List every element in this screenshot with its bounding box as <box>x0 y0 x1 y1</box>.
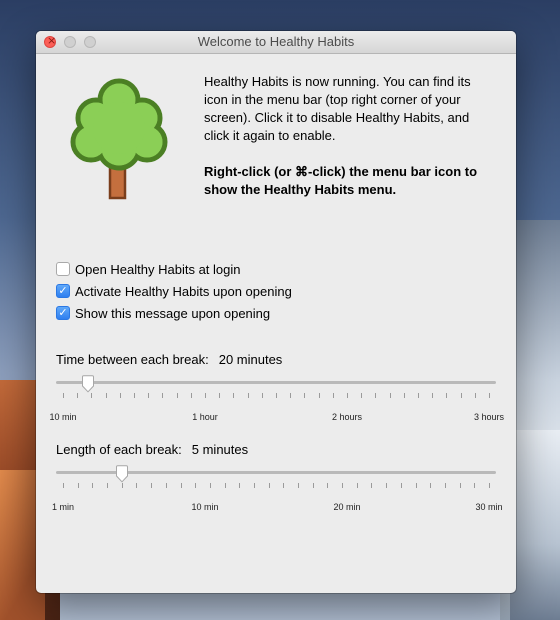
slider-tick <box>342 483 344 488</box>
option-activate-on-open[interactable]: Activate Healthy Habits upon opening <box>56 282 292 300</box>
slider-tick <box>63 483 64 488</box>
slider-tick <box>180 483 182 488</box>
slider-tick-label: 30 min <box>475 502 503 512</box>
intro-hint: Right-click (or ⌘-click) the menu bar ic… <box>204 164 478 197</box>
slider-track <box>56 381 496 384</box>
slider-tick <box>332 393 334 398</box>
slider-tick <box>121 483 123 488</box>
slider-tick <box>148 393 150 398</box>
intro-paragraph: Healthy Habits is now running. You can f… <box>204 74 471 143</box>
slider-tick <box>239 483 241 488</box>
slider-tick <box>162 393 164 398</box>
break-interval-caption: Time between each break: <box>56 352 209 367</box>
slider-tick <box>233 393 235 398</box>
slider-tick <box>190 393 192 398</box>
slider-tick <box>290 393 292 398</box>
slider-tick-label: 10 min <box>49 412 77 422</box>
slider-tick <box>224 483 226 488</box>
slider-tick <box>261 393 263 398</box>
slider-tick <box>371 483 373 488</box>
slider-tick-label: 1 min <box>51 502 75 512</box>
slider-tick <box>312 483 314 488</box>
break-interval-slider[interactable]: 10 min 1 hour 2 hours 3 hours <box>49 375 504 422</box>
slider-tick <box>375 393 377 398</box>
slider-tick <box>489 393 490 398</box>
slider-tick <box>151 483 153 488</box>
slider-tick <box>446 393 448 398</box>
slider-tick <box>219 393 221 398</box>
break-length-label: Length of each break: 5 minutes <box>56 442 248 457</box>
intro-text: Healthy Habits is now running. You can f… <box>204 73 494 217</box>
window-content: Healthy Habits is now running. You can f… <box>36 54 516 593</box>
window-title: Welcome to Healthy Habits <box>197 34 355 49</box>
slider-tick <box>63 393 64 398</box>
slider-tick <box>91 393 93 398</box>
slider-tick <box>444 483 446 488</box>
slider-tick <box>253 483 255 488</box>
slider-tick <box>176 393 178 398</box>
slider-tick <box>415 483 417 488</box>
slider-tick <box>77 393 79 398</box>
option-label: Show this message upon opening <box>75 305 271 321</box>
slider-tick <box>347 393 348 398</box>
break-interval-value: 20 minutes <box>218 352 283 367</box>
slider-tick <box>400 483 402 488</box>
slider-tick <box>474 393 476 398</box>
option-label: Open Healthy Habits at login <box>75 261 241 277</box>
option-open-at-login[interactable]: Open Healthy Habits at login <box>56 260 240 278</box>
break-length-value: 5 minutes <box>191 442 249 457</box>
slider-tick <box>247 393 249 398</box>
welcome-window: Welcome to Healthy Habits <box>36 31 516 593</box>
slider-tick <box>474 483 476 488</box>
break-interval-label: Time between each break: 20 minutes <box>56 352 282 367</box>
slider-tick <box>92 483 94 488</box>
break-length-slider[interactable]: 1 min 10 min 20 min 30 min <box>52 465 503 512</box>
slider-tick <box>134 393 135 398</box>
slider-tick <box>418 393 419 398</box>
slider-tick <box>283 483 285 488</box>
slider-tick <box>136 483 138 488</box>
slider-tick-label: 2 hours <box>331 412 363 422</box>
slider-tick-label: 10 min <box>191 502 219 512</box>
slider-tick <box>298 483 300 488</box>
title-bar[interactable]: Welcome to Healthy Habits <box>36 31 516 54</box>
slider-thumb[interactable] <box>81 375 95 393</box>
slider-tick <box>107 483 109 488</box>
slider-tick <box>386 483 388 488</box>
slider-tick <box>389 393 391 398</box>
slider-tick <box>165 483 167 488</box>
tree-icon <box>70 78 168 200</box>
slider-tick <box>276 393 277 398</box>
checkbox-activate-on-open[interactable] <box>56 284 70 298</box>
wallpaper-mountain-lower <box>510 430 560 620</box>
slider-tick <box>432 393 434 398</box>
slider-tick <box>430 483 432 488</box>
slider-tick <box>489 483 490 488</box>
slider-tick <box>459 483 461 488</box>
break-length-caption: Length of each break: <box>56 442 182 457</box>
slider-tick <box>403 393 405 398</box>
slider-tick-label: 20 min <box>333 502 361 512</box>
checkbox-show-message[interactable] <box>56 306 70 320</box>
option-show-message[interactable]: Show this message upon opening <box>56 304 270 322</box>
slider-tick <box>195 483 197 488</box>
slider-tick <box>105 393 107 398</box>
slider-tick <box>119 393 121 398</box>
slider-tick <box>304 393 306 398</box>
slider-tick-label: 3 hours <box>473 412 505 422</box>
slider-thumb[interactable] <box>115 465 129 483</box>
option-label: Activate Healthy Habits upon opening <box>75 283 292 299</box>
slider-tick <box>356 483 358 488</box>
slider-tick <box>361 393 363 398</box>
slider-tick <box>77 483 79 488</box>
checkbox-open-at-login[interactable] <box>56 262 70 276</box>
slider-tick <box>205 393 206 398</box>
slider-tick <box>460 393 462 398</box>
slider-tick-label: 1 hour <box>192 412 218 422</box>
slider-tick <box>268 483 270 488</box>
slider-tick <box>209 483 211 488</box>
slider-tick <box>327 483 329 488</box>
slider-tick <box>318 393 320 398</box>
